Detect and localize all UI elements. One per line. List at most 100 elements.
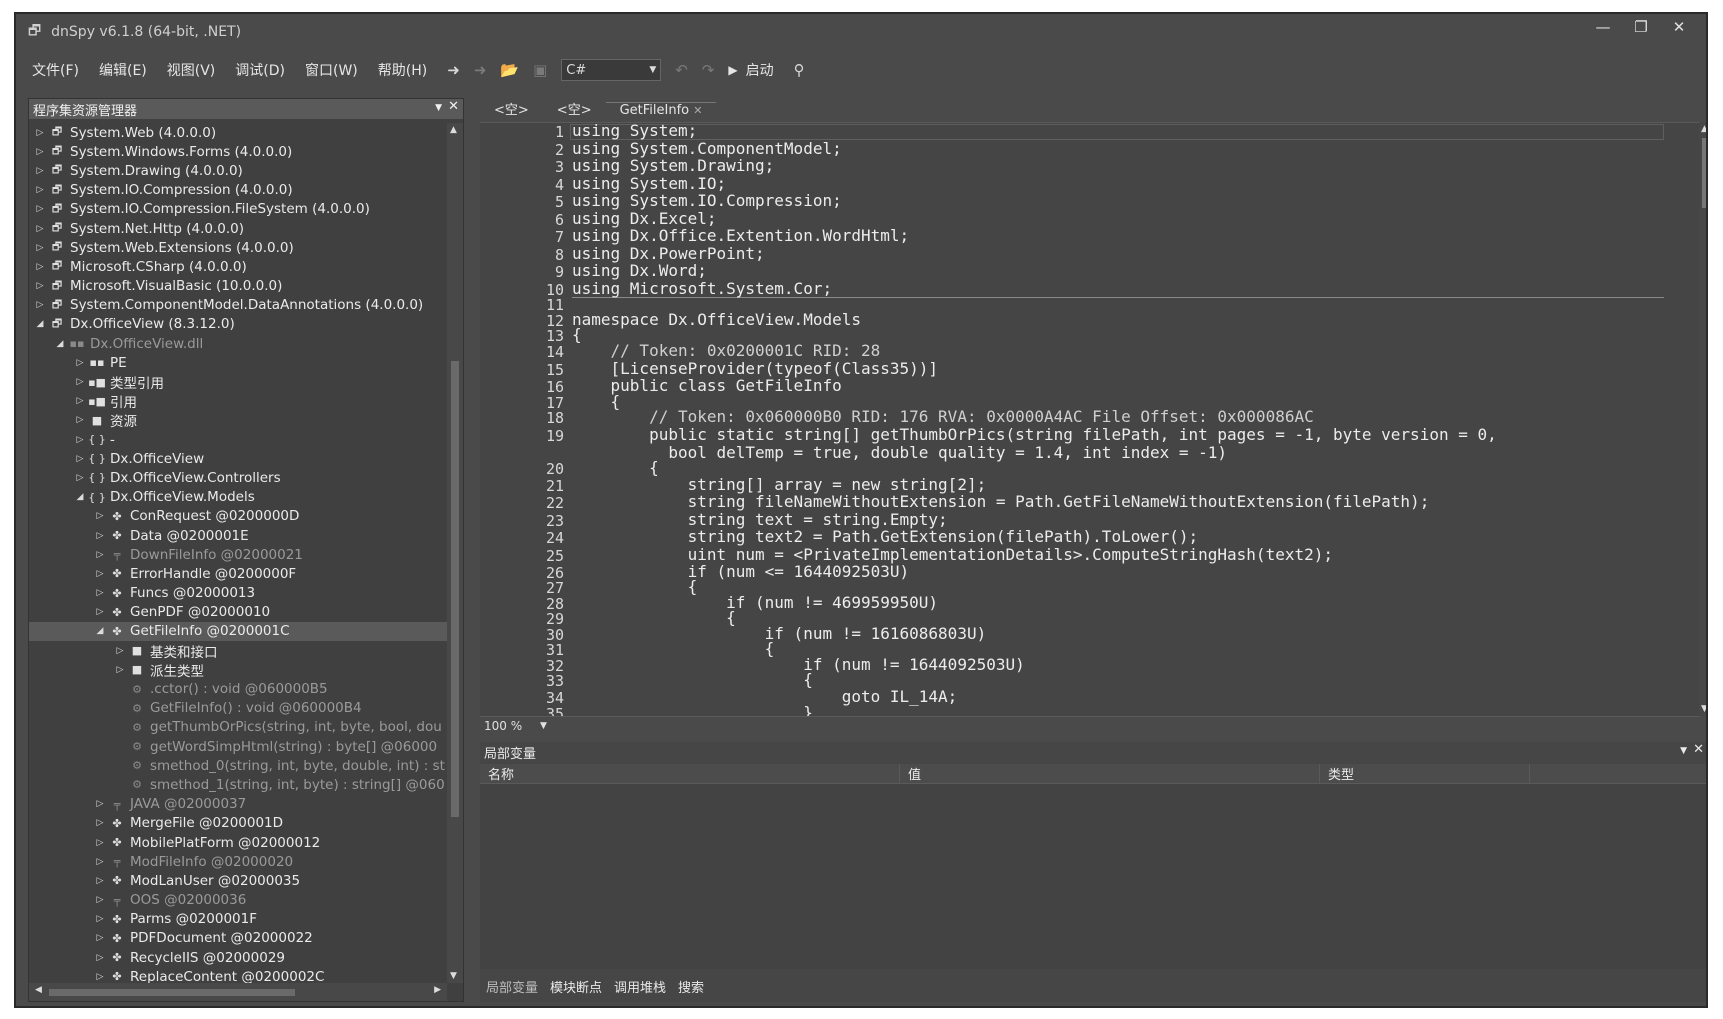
expander-icon[interactable]: ◢ <box>53 339 67 349</box>
tree-item[interactable]: ▷ ╤ DownFileInfo @02000021 <box>29 545 447 564</box>
expander-icon[interactable]: ▷ <box>113 646 127 656</box>
chevron-down-icon[interactable]: ▼ <box>435 103 442 113</box>
scroll-right-icon[interactable]: ▶ <box>434 985 441 995</box>
expander-icon[interactable]: ▷ <box>73 396 87 406</box>
expander-icon[interactable]: ▷ <box>93 569 107 579</box>
tree-item[interactable]: ▷ 🗗 System.IO.Compression (4.0.0.0) <box>29 181 447 200</box>
scroll-up-icon[interactable]: ▲ <box>450 125 457 135</box>
undo-icon[interactable]: ↶ <box>675 61 688 79</box>
code-editor[interactable]: 1 using System; 2 using System.ComponentMod… <box>480 122 1700 716</box>
expander-icon[interactable]: ▷ <box>73 473 87 483</box>
column-value[interactable]: 值 <box>900 764 1320 783</box>
chevron-down-icon[interactable]: ▼ <box>1680 746 1687 756</box>
tree-item[interactable]: ▷ ■ 基类和接口 <box>29 641 447 661</box>
tree-item[interactable]: ▷ ╤ OOS @02000036 <box>29 891 447 910</box>
tree-item[interactable]: ▷ 🗗 System.ComponentModel.DataAnnotations … <box>29 296 447 315</box>
forward-arrow-icon[interactable]: ➜ <box>474 61 487 79</box>
tree-item[interactable]: ▷ 🗗 Microsoft.VisualBasic (10.0.0.0) <box>29 277 447 296</box>
close-icon[interactable]: ✕ <box>693 104 702 117</box>
expander-icon[interactable]: ▷ <box>33 262 47 272</box>
expander-icon[interactable]: ▷ <box>73 435 87 445</box>
expander-icon[interactable]: ▷ <box>33 204 47 214</box>
tree-item[interactable]: ◢ ▪▪ Dx.OfficeView.dll <box>29 334 447 353</box>
expander-icon[interactable]: ▷ <box>73 454 87 464</box>
expander-icon[interactable]: ▷ <box>93 531 107 541</box>
expander-icon[interactable]: ▷ <box>33 185 47 195</box>
tree-item[interactable]: ▷ ✤ Funcs @02000013 <box>29 584 447 603</box>
tree-item[interactable]: ▷{ } Dx.OfficeView <box>29 449 447 468</box>
menu-edit[interactable]: 编辑(E) <box>99 60 147 80</box>
tree-item[interactable]: ⚙ getWordSimpHtml(string) : byte[] @06000 <box>29 737 447 756</box>
expander-icon[interactable]: ▷ <box>93 511 107 521</box>
tree-item[interactable]: ▷ ✤ ConRequest @0200000D <box>29 507 447 526</box>
expander-icon[interactable]: ▷ <box>93 799 107 809</box>
tree-item[interactable]: ▷ ✤ ErrorHandle @0200000F <box>29 564 447 583</box>
expander-icon[interactable]: ▷ <box>113 665 127 675</box>
tree-item[interactable]: ▷ 🗗 System.Web.Extensions (4.0.0.0) <box>29 238 447 257</box>
close-button[interactable]: ✕ <box>1660 18 1698 36</box>
tree-item[interactable]: ▷ 🗗 System.Windows.Forms (4.0.0.0) <box>29 142 447 161</box>
tree-item[interactable]: ▷ ▪▪ PE <box>29 353 447 372</box>
tree-item[interactable]: ▷ ╤ ModFileInfo @02000020 <box>29 852 447 871</box>
expander-icon[interactable]: ▷ <box>33 243 47 253</box>
language-select[interactable]: C# ▼ <box>561 59 662 81</box>
tree-item[interactable]: ▷ ╤ JAVA @02000037 <box>29 795 447 814</box>
search-icon[interactable]: ⚲ <box>794 61 805 79</box>
tree-item[interactable]: ▷ 🗗 System.Net.Http (4.0.0.0) <box>29 219 447 238</box>
menu-file[interactable]: 文件(F) <box>32 60 79 80</box>
scroll-up-icon[interactable]: ▲ <box>1701 124 1706 134</box>
menu-help[interactable]: 帮助(H) <box>378 60 427 80</box>
scroll-thumb[interactable] <box>451 361 459 817</box>
scroll-thumb[interactable] <box>49 989 295 996</box>
expander-icon[interactable]: ◢ <box>33 319 47 329</box>
tree-item[interactable]: ▷ ■ 资源 <box>29 411 447 431</box>
expander-icon[interactable]: ▷ <box>93 914 107 924</box>
tree-item[interactable]: ▷ ✤ MobilePlatForm @02000012 <box>29 833 447 852</box>
expander-icon[interactable]: ▷ <box>33 166 47 176</box>
tree-item[interactable]: ▷ ▪■ 类型引用 <box>29 372 447 393</box>
expander-icon[interactable]: ▷ <box>93 895 107 905</box>
expander-icon[interactable]: ▷ <box>93 550 107 560</box>
scroll-down-icon[interactable]: ▼ <box>450 971 457 981</box>
tab-search[interactable]: 搜索 <box>678 977 704 996</box>
tree-vertical-scrollbar[interactable]: ▲ ▼ <box>447 123 463 983</box>
tree-item[interactable]: ▷ 🗗 System.IO.Compression.FileSystem (4.0.… <box>29 200 447 219</box>
expander-icon[interactable]: ▷ <box>93 818 107 828</box>
tree-horizontal-scrollbar[interactable]: ◀ ▶ <box>29 983 447 1001</box>
tree-item[interactable]: ▷ 🗗 System.Web (4.0.0.0) <box>29 123 447 142</box>
close-icon[interactable]: ✕ <box>1693 742 1704 757</box>
column-type[interactable]: 类型 <box>1320 764 1530 783</box>
save-icon[interactable]: ▣ <box>533 61 547 79</box>
expander-icon[interactable]: ▷ <box>73 358 87 368</box>
expander-icon[interactable]: ▷ <box>33 147 47 157</box>
expander-icon[interactable]: ◢ <box>93 626 107 636</box>
tree-item[interactable]: ▷ ■ 派生类型 <box>29 660 447 680</box>
tree-item[interactable]: ◢ 🗗 Dx.OfficeView (8.3.12.0) <box>29 315 447 334</box>
expander-icon[interactable]: ◢ <box>73 492 87 502</box>
back-arrow-icon[interactable]: ➜ <box>447 61 460 79</box>
tab-module-breakpoints[interactable]: 模块断点 <box>550 977 602 996</box>
tree-item[interactable]: ▷ ✤ RecycleIIS @02000029 <box>29 948 447 967</box>
zoom-level[interactable]: 100 % <box>480 719 540 733</box>
start-button[interactable]: ▶ 启动 <box>728 60 773 80</box>
tree-item[interactable]: ▷ ✤ GenPDF @02000010 <box>29 603 447 622</box>
close-icon[interactable]: ✕ <box>448 99 459 114</box>
tree-item[interactable]: ▷{ } - <box>29 430 447 449</box>
tab-empty-2[interactable]: <空> <box>543 99 606 122</box>
expander-icon[interactable]: ▷ <box>33 300 47 310</box>
redo-icon[interactable]: ↷ <box>702 61 715 79</box>
tree-item[interactable]: ▷ ✤ MergeFile @0200001D <box>29 814 447 833</box>
tab-call-stack[interactable]: 调用堆栈 <box>614 977 666 996</box>
expander-icon[interactable]: ▷ <box>33 224 47 234</box>
scroll-left-icon[interactable]: ◀ <box>35 985 42 995</box>
tab-getfileinfo[interactable]: GetFileInfo ✕ <box>605 102 717 122</box>
tree-item[interactable]: ◢ ✤ GetFileInfo @0200001C <box>29 621 447 642</box>
expander-icon[interactable]: ▷ <box>93 876 107 886</box>
expander-icon[interactable]: ▷ <box>73 377 87 387</box>
editor-vertical-scrollbar[interactable]: ▲ ▼ <box>1699 122 1706 716</box>
tree-item[interactable]: ▷ 🗗 System.Drawing (4.0.0.0) <box>29 161 447 180</box>
tree-item[interactable]: ▷{ } Dx.OfficeView.Controllers <box>29 468 447 487</box>
tab-empty-1[interactable]: <空> <box>480 99 543 122</box>
expander-icon[interactable]: ▷ <box>93 953 107 963</box>
tree-item[interactable]: ▷ ▪■ 引用 <box>29 392 447 412</box>
